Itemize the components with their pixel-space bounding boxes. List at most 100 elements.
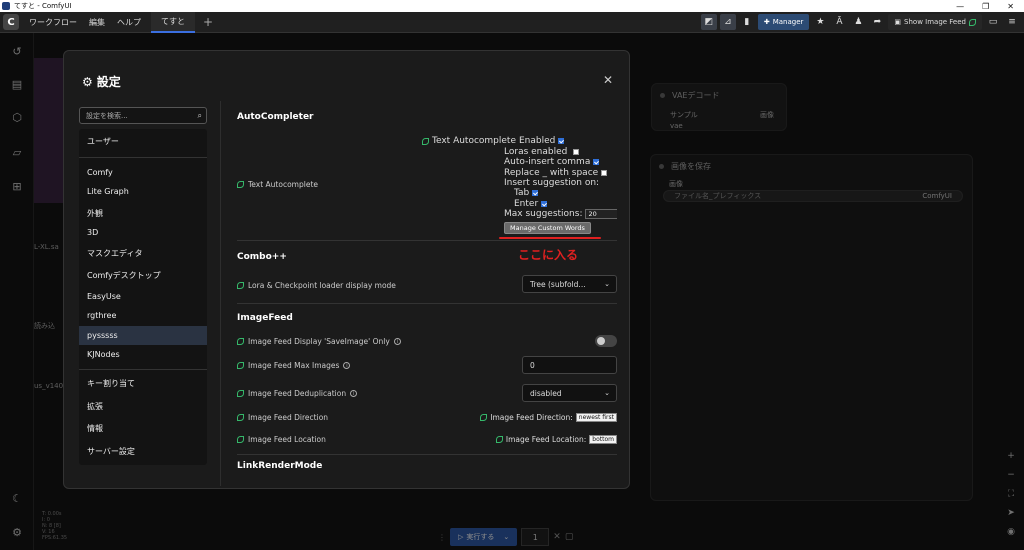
feed-max-images-input[interactable]: 0 xyxy=(522,356,617,374)
enabled-checkbox[interactable] xyxy=(558,138,565,144)
lora-display-mode-select[interactable]: Tree (subfold... ⌄ xyxy=(522,275,617,293)
ruler-icon[interactable]: ⊿ xyxy=(719,14,736,30)
category-kjnodes[interactable]: KJNodes xyxy=(79,345,207,364)
setting-feed-direction-label: Image Feed Direction xyxy=(237,413,328,422)
fullscreen-icon[interactable]: ▭ xyxy=(985,14,1001,30)
category-rgthree[interactable]: rgthree xyxy=(79,306,207,325)
bookmark-icon[interactable]: ▮ xyxy=(739,14,755,30)
insert-enter-checkbox[interactable] xyxy=(541,201,548,207)
replace-underscore-row: Replace _ with space xyxy=(504,168,608,178)
category-appearance[interactable]: 外観 xyxy=(79,204,207,223)
comfy-logo[interactable]: C xyxy=(3,14,19,30)
max-suggestions-row: Max suggestions: 20 xyxy=(504,209,617,219)
pysssss-leaf-icon xyxy=(495,436,503,443)
feed-direction-select[interactable]: newest first xyxy=(575,413,617,422)
menu-help[interactable]: ヘルプ xyxy=(111,17,147,28)
settings-search-input[interactable]: 設定を検索... ⌕ xyxy=(79,107,207,124)
manage-custom-words-button[interactable]: Manage Custom Words xyxy=(504,222,591,234)
feed-display-toggle[interactable] xyxy=(595,335,617,347)
insert-tab-checkbox[interactable] xyxy=(532,190,539,196)
pysssss-leaf-icon xyxy=(237,282,244,289)
share-icon[interactable]: ➦ xyxy=(869,14,885,30)
info-icon[interactable]: i xyxy=(343,362,351,369)
feed-direction-control: Image Feed Direction: newest first xyxy=(480,413,617,422)
chevron-down-icon: ⌄ xyxy=(604,389,610,397)
window-title: てすと - ComfyUI xyxy=(14,2,72,10)
setting-text-autocomplete-label: Text Autocomplete xyxy=(237,180,318,189)
search-icon: ⌕ xyxy=(197,110,202,120)
category-comfy[interactable]: Comfy xyxy=(79,163,207,182)
annotation-underline xyxy=(499,237,601,239)
category-lite-graph[interactable]: Lite Graph xyxy=(79,182,207,201)
annotation-text: ここに入る xyxy=(518,248,579,262)
workflow-tab[interactable]: てすと xyxy=(151,11,195,33)
pysssss-leaf-icon xyxy=(237,181,244,188)
chevron-down-icon: ⌄ xyxy=(604,280,610,288)
pysssss-leaf-icon xyxy=(237,390,244,397)
max-suggestions-input[interactable]: 20 xyxy=(585,209,617,219)
replace-underscore-checkbox[interactable] xyxy=(601,170,608,176)
info-icon[interactable]: i xyxy=(350,390,358,397)
queue-icon[interactable]: ♟ xyxy=(850,14,866,30)
settings-panel: AutoCompleter Text Autocomplete Text Aut… xyxy=(237,107,617,469)
auto-comma-row: Auto-insert comma xyxy=(504,157,600,167)
new-tab-button[interactable]: + xyxy=(203,15,213,29)
window-titlebar: てすと - ComfyUI — ❐ ✕ xyxy=(0,0,1024,12)
pysssss-leaf-icon xyxy=(237,414,244,421)
autocomplete-enabled-row: Text Autocomplete Enabled xyxy=(422,136,565,146)
category-mask-editor[interactable]: マスクエディタ xyxy=(79,244,207,263)
category-keybinding[interactable]: キー割り当て xyxy=(79,374,207,393)
pysssss-leaf-icon xyxy=(237,436,244,443)
app-icon xyxy=(2,2,10,10)
pysssss-leaf-icon xyxy=(480,414,488,421)
category-extensions[interactable]: 拡張 xyxy=(79,397,207,416)
translate-icon[interactable]: Ā xyxy=(831,14,847,30)
maximize-button[interactable]: ❐ xyxy=(982,2,989,11)
setting-feed-display-label: Image Feed Display 'SaveImage' Only i xyxy=(237,337,401,346)
close-window-button[interactable]: ✕ xyxy=(1007,2,1014,11)
category-about[interactable]: 情報 xyxy=(79,419,207,438)
manage-words-row: Manage Custom Words xyxy=(504,222,591,234)
star-icon[interactable]: ★ xyxy=(812,14,828,30)
category-3d[interactable]: 3D xyxy=(79,223,207,242)
insert-suggestion-row: Insert suggestion on: xyxy=(504,178,600,188)
category-pysssss[interactable]: pysssss xyxy=(79,326,207,345)
section-heading-combo: Combo++ xyxy=(237,252,287,262)
manager-button[interactable]: ✚ Manager xyxy=(757,14,810,30)
menubar: C ワークフロー 編集 ヘルプ てすと + ◩ ⊿ ▮ ✚ Manager ★ … xyxy=(0,11,1024,33)
close-dialog-button[interactable]: ✕ xyxy=(603,73,613,87)
theme-icon[interactable]: ◩ xyxy=(700,14,717,30)
feed-location-select[interactable]: bottom xyxy=(589,435,617,444)
image-icon: ▣ xyxy=(894,18,902,26)
settings-category-list: ユーザー Comfy Lite Graph 外観 3D マスクエディタ Comf… xyxy=(79,129,207,465)
section-heading-imagefeed: ImageFeed xyxy=(237,313,293,323)
feed-dedup-select[interactable]: disabled ⌄ xyxy=(522,384,617,402)
hamburger-menu-icon[interactable]: ≡ xyxy=(1004,14,1020,30)
puzzle-icon: ✚ xyxy=(763,18,770,26)
menu-edit[interactable]: 編集 xyxy=(83,17,111,28)
category-user[interactable]: ユーザー xyxy=(79,132,207,151)
insert-tab-row: Tab xyxy=(514,188,539,198)
pysssss-leaf-icon xyxy=(422,137,429,145)
feed-location-control: Image Feed Location: bottom xyxy=(495,435,617,444)
auto-comma-checkbox[interactable] xyxy=(593,159,600,165)
insert-enter-row: Enter xyxy=(514,199,548,209)
show-image-feed-button[interactable]: ▣ Show Image Feed xyxy=(888,14,982,30)
category-comfy-desktop[interactable]: Comfyデスクトップ xyxy=(79,266,207,285)
pysssss-leaf-icon xyxy=(237,362,244,369)
menu-workflow[interactable]: ワークフロー xyxy=(23,17,83,28)
settings-dialog: ⚙ 設定 ✕ 設定を検索... ⌕ ユーザー Comfy Lite Graph … xyxy=(63,50,630,489)
minimize-button[interactable]: — xyxy=(956,2,964,11)
info-icon[interactable]: i xyxy=(393,338,401,345)
loras-enabled-checkbox[interactable] xyxy=(573,149,580,155)
pysssss-leaf-icon xyxy=(237,338,244,345)
setting-feed-location-label: Image Feed Location xyxy=(237,435,326,444)
setting-feed-max-images-label: Image Feed Max Images i xyxy=(237,361,351,370)
category-server-config[interactable]: サーバー設定 xyxy=(79,442,207,461)
pysssss-leaf-icon xyxy=(969,18,976,26)
loras-enabled-row: Loras enabled xyxy=(504,147,580,157)
gear-icon: ⚙ xyxy=(82,74,93,89)
setting-feed-dedup-label: Image Feed Deduplication i xyxy=(237,389,358,398)
category-easyuse[interactable]: EasyUse xyxy=(79,287,207,306)
section-heading-autocompleter: AutoCompleter xyxy=(237,112,314,122)
